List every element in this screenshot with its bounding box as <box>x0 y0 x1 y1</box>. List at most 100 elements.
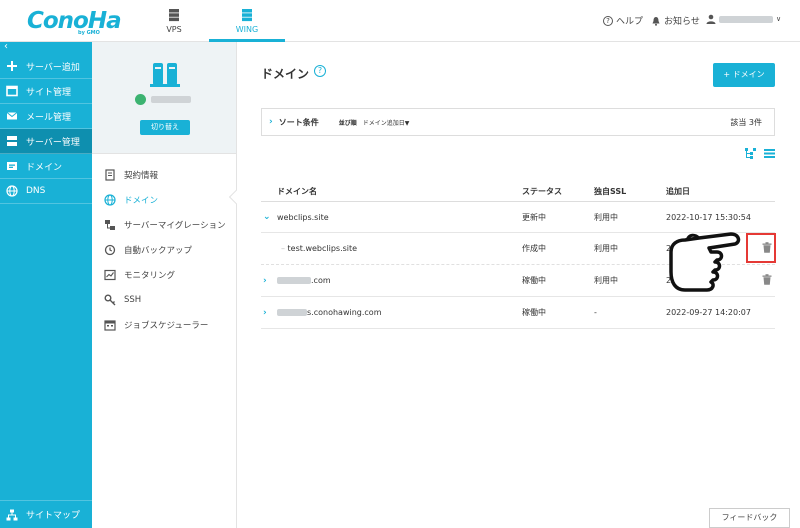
trash-icon[interactable] <box>762 274 772 285</box>
chevron-right-icon[interactable]: › <box>263 276 267 286</box>
domain-ssl: - <box>594 308 597 317</box>
migration-icon <box>105 219 115 230</box>
server-icon <box>7 136 17 146</box>
result-count: 該当 3件 <box>730 118 762 127</box>
sidebar-item-label: サーバー追加 <box>26 62 80 73</box>
sort-panel[interactable]: › ソート条件 並び順 ドメイン追加日▼ 該当 3件 <box>261 108 775 136</box>
sidebar-item-label: メール管理 <box>26 112 72 123</box>
sidebar-item-label: DNS <box>26 186 46 196</box>
server-subpanel: 切り替え 契約情報 ドメイン サーバーマイグレーション 自動バックアップ モニタ… <box>92 42 237 528</box>
domain-status: 稼働中 <box>522 308 546 317</box>
tree-view-icon[interactable] <box>745 148 756 159</box>
chevron-right-icon[interactable]: › <box>263 308 267 318</box>
backup-icon <box>104 244 116 255</box>
add-domain-button[interactable]: + ドメイン <box>713 63 775 87</box>
domain-status: 作成中 <box>522 244 546 253</box>
server-stack-icon <box>242 9 252 22</box>
sidebar-item-label: サイト管理 <box>26 87 72 98</box>
domain-name[interactable]: s.conohawing.com <box>307 308 381 317</box>
domain-name[interactable]: webclips.site <box>261 213 522 222</box>
domain-date: 2022-10-17 15:30:54 <box>666 212 751 222</box>
menu-item-label: サーバーマイグレーション <box>124 220 226 231</box>
tab-wing[interactable]: WING <box>209 0 285 42</box>
chevron-down-icon[interactable]: ⌄ <box>263 212 271 222</box>
globe-icon <box>6 185 18 197</box>
sidebar-item-label: ドメイン <box>26 162 63 173</box>
logo-sub: by GMO <box>78 30 100 36</box>
redacted-text <box>277 277 311 284</box>
domain-name-cell: s.conohawing.com <box>261 308 522 317</box>
notice-label: お知らせ <box>664 17 700 27</box>
view-toggle <box>745 148 775 159</box>
menu-item-job-scheduler[interactable]: ジョブスケジューラー <box>92 312 236 337</box>
plus-icon: + <box>723 70 733 79</box>
menu-item-monitoring[interactable]: モニタリング <box>92 262 236 287</box>
col-domain: ドメイン名 <box>277 187 317 196</box>
sidebar-item-domain[interactable]: ドメイン <box>0 154 92 179</box>
sidebar: ‹ サーバー追加 サイト管理 メール管理 サーバー管理 ドメイン DNS サイト… <box>0 42 92 528</box>
server-summary: 切り替え <box>92 42 236 154</box>
chart-icon <box>104 269 116 280</box>
collapse-sidebar-button[interactable]: ‹ <box>0 42 92 54</box>
sitemap-label: サイトマップ <box>26 511 81 521</box>
help-link[interactable]: ? ヘルプ <box>603 14 643 27</box>
user-icon <box>706 14 716 24</box>
menu-item-domain[interactable]: ドメイン <box>92 187 236 212</box>
help-icon[interactable]: ? <box>314 65 326 77</box>
globe-icon <box>104 193 116 206</box>
delete-highlight-box <box>746 233 776 263</box>
table-row[interactable]: › s.conohawing.com 稼働中 - 2022-09-27 14:2… <box>261 297 775 329</box>
tab-vps[interactable]: VPS <box>136 0 212 42</box>
server-icon <box>150 63 180 87</box>
site-icon <box>6 85 18 97</box>
table-header: ドメイン名 ステータス 独自SSL 追加日 <box>261 182 775 202</box>
sidebar-item-mail[interactable]: メール管理 <box>0 104 92 129</box>
notice-link[interactable]: お知らせ <box>651 14 700 27</box>
menu-item-backup[interactable]: 自動バックアップ <box>92 237 236 262</box>
domain-ssl: 利用中 <box>594 276 618 285</box>
feedback-button[interactable]: フィードバック <box>709 508 790 528</box>
sort-label: ソート条件 <box>278 117 319 127</box>
switch-server-button[interactable]: 切り替え <box>140 120 190 135</box>
tab-vps-label: VPS <box>166 25 182 34</box>
document-icon <box>105 168 115 181</box>
list-view-icon[interactable] <box>764 148 775 159</box>
menu-item-ssh[interactable]: SSH <box>92 287 236 312</box>
menu-item-label: SSH <box>124 294 142 305</box>
sidebar-item-server[interactable]: サーバー管理 <box>0 129 92 154</box>
sitemap-link[interactable]: サイトマップ <box>0 500 92 528</box>
plus-icon <box>7 61 17 71</box>
logo[interactable]: ConoHa <box>27 8 122 34</box>
domain-name-cell: .com <box>261 276 522 285</box>
domain-ssl: 利用中 <box>594 244 618 253</box>
menu-item-label: 契約情報 <box>124 170 159 181</box>
col-status: ステータス <box>522 187 562 196</box>
server-name <box>151 96 191 103</box>
sitemap-icon <box>6 509 18 520</box>
domain-name[interactable]: .com <box>311 276 331 285</box>
menu-item-contract[interactable]: 契約情報 <box>92 162 236 187</box>
calendar-icon <box>104 319 116 331</box>
pointing-hand-icon <box>669 232 741 292</box>
server-stack-icon <box>169 9 179 22</box>
col-date: 追加日 <box>666 187 690 196</box>
sidebar-item-site[interactable]: サイト管理 <box>0 79 92 104</box>
sort-order-value[interactable]: ドメイン追加日▼ <box>363 118 410 127</box>
menu-item-migration[interactable]: サーバーマイグレーション <box>92 212 236 237</box>
menu-item-label: 自動バックアップ <box>124 245 193 256</box>
redacted-text <box>277 309 307 316</box>
sidebar-item-add-server[interactable]: サーバー追加 <box>0 54 92 79</box>
domain-status: 更新中 <box>522 212 546 222</box>
sort-order-label: 並び順 <box>338 119 357 127</box>
domain-status: 稼働中 <box>522 276 546 285</box>
domain-name[interactable]: test.webclips.site <box>288 244 358 253</box>
help-icon: ? <box>603 15 613 26</box>
account-menu[interactable]: ∨ <box>706 14 781 24</box>
domain-date: 2022-09-27 14:20:07 <box>666 308 751 317</box>
add-domain-label: ドメイン <box>732 70 765 79</box>
menu-item-label: ドメイン <box>124 195 159 206</box>
sidebar-item-dns[interactable]: DNS <box>0 179 92 204</box>
power-on-icon <box>135 94 146 105</box>
domain-ssl: 利用中 <box>594 212 618 222</box>
sidebar-item-label: サーバー管理 <box>26 137 80 148</box>
